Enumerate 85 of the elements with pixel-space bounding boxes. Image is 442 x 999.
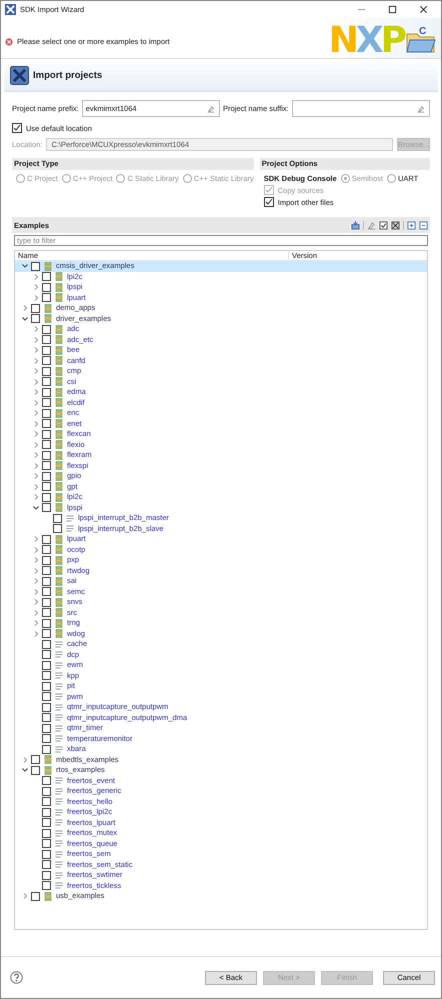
checkbox[interactable] xyxy=(42,346,51,355)
wizard-icon xyxy=(10,66,29,84)
checkbox[interactable] xyxy=(53,514,62,523)
checkbox[interactable] xyxy=(42,419,51,428)
checkbox[interactable] xyxy=(42,702,51,712)
checkbox[interactable] xyxy=(42,598,51,607)
checkbox[interactable] xyxy=(42,640,51,649)
app-icon xyxy=(5,4,16,15)
checkbox[interactable] xyxy=(42,870,51,880)
chevron-down-icon[interactable] xyxy=(21,314,29,323)
checkbox[interactable] xyxy=(42,629,51,638)
checkbox[interactable] xyxy=(42,828,51,838)
checkbox[interactable] xyxy=(42,608,51,618)
chevron-down-icon[interactable] xyxy=(21,766,29,774)
checkbox[interactable] xyxy=(42,408,51,418)
checkbox[interactable] xyxy=(264,197,274,207)
checkbox[interactable] xyxy=(12,123,22,133)
checkbox[interactable] xyxy=(42,734,51,744)
checkbox[interactable] xyxy=(42,576,51,586)
checkbox[interactable] xyxy=(42,724,51,733)
checkbox[interactable] xyxy=(42,398,51,408)
checkbox[interactable] xyxy=(42,472,51,481)
checkbox[interactable] xyxy=(42,650,51,660)
checkbox[interactable] xyxy=(42,545,51,554)
stack-icon xyxy=(44,262,52,271)
checkbox[interactable] xyxy=(42,282,51,292)
page-title: Import projects xyxy=(33,70,102,80)
checkbox[interactable] xyxy=(42,272,51,282)
checkbox[interactable] xyxy=(42,682,51,691)
checkbox[interactable] xyxy=(42,881,51,890)
checkbox[interactable] xyxy=(42,797,51,806)
help-icon[interactable] xyxy=(10,971,23,984)
close-icon[interactable] xyxy=(419,5,428,14)
checkbox[interactable] xyxy=(42,461,51,470)
checkbox[interactable] xyxy=(31,766,40,775)
checkbox[interactable] xyxy=(42,818,51,828)
checkbox[interactable] xyxy=(42,377,51,386)
checkbox[interactable] xyxy=(42,482,51,492)
clear-icon[interactable] xyxy=(206,104,215,112)
checkbox[interactable] xyxy=(42,534,51,544)
checkbox[interactable] xyxy=(42,492,51,502)
error-icon xyxy=(5,38,13,46)
checkbox[interactable] xyxy=(42,808,51,817)
checkbox[interactable] xyxy=(42,566,51,576)
checkbox[interactable] xyxy=(42,660,51,670)
checkbox[interactable] xyxy=(42,692,51,702)
checkbox[interactable] xyxy=(42,671,51,680)
checkbox[interactable] xyxy=(42,324,51,334)
checkbox[interactable] xyxy=(42,839,51,848)
checkbox[interactable] xyxy=(42,388,51,397)
suffix-field[interactable] xyxy=(292,100,430,117)
maximize-icon[interactable] xyxy=(388,5,397,14)
checkbox[interactable] xyxy=(42,776,51,786)
checkbox[interactable] xyxy=(42,587,51,596)
stack-icon xyxy=(44,892,52,901)
checkbox[interactable] xyxy=(42,503,51,512)
checkbox[interactable] xyxy=(42,618,51,628)
checkbox[interactable] xyxy=(42,860,51,870)
expand-all-icon[interactable] xyxy=(407,220,416,230)
logo: NXP xyxy=(328,24,404,58)
checkbox[interactable] xyxy=(42,366,51,376)
checkbox[interactable] xyxy=(53,524,62,534)
clear-icon[interactable] xyxy=(417,104,425,112)
checkbox[interactable] xyxy=(42,430,51,439)
checkbox[interactable] xyxy=(42,713,51,722)
check-all-icon[interactable] xyxy=(379,220,388,230)
uncheck-all-icon[interactable] xyxy=(391,220,400,230)
checkbox[interactable] xyxy=(42,356,51,366)
checkbox[interactable] xyxy=(42,335,51,344)
checkbox[interactable] xyxy=(42,850,51,859)
checkbox[interactable] xyxy=(42,556,51,565)
checkbox[interactable] xyxy=(42,786,51,796)
checkbox[interactable] xyxy=(42,450,51,460)
checkbox[interactable] xyxy=(31,304,40,313)
chevron-down-icon[interactable] xyxy=(32,504,40,512)
checkbox[interactable] xyxy=(31,262,40,271)
checkbox[interactable] xyxy=(31,892,40,901)
chevron-down-icon[interactable] xyxy=(21,262,29,270)
checkbox[interactable] xyxy=(31,314,40,324)
checkbox[interactable] xyxy=(42,440,51,450)
checkbox[interactable] xyxy=(42,293,51,302)
checkbox[interactable] xyxy=(31,755,40,764)
import-icon[interactable] xyxy=(351,220,360,230)
checkbox[interactable] xyxy=(42,744,51,754)
collapse-all-icon[interactable] xyxy=(419,220,428,230)
